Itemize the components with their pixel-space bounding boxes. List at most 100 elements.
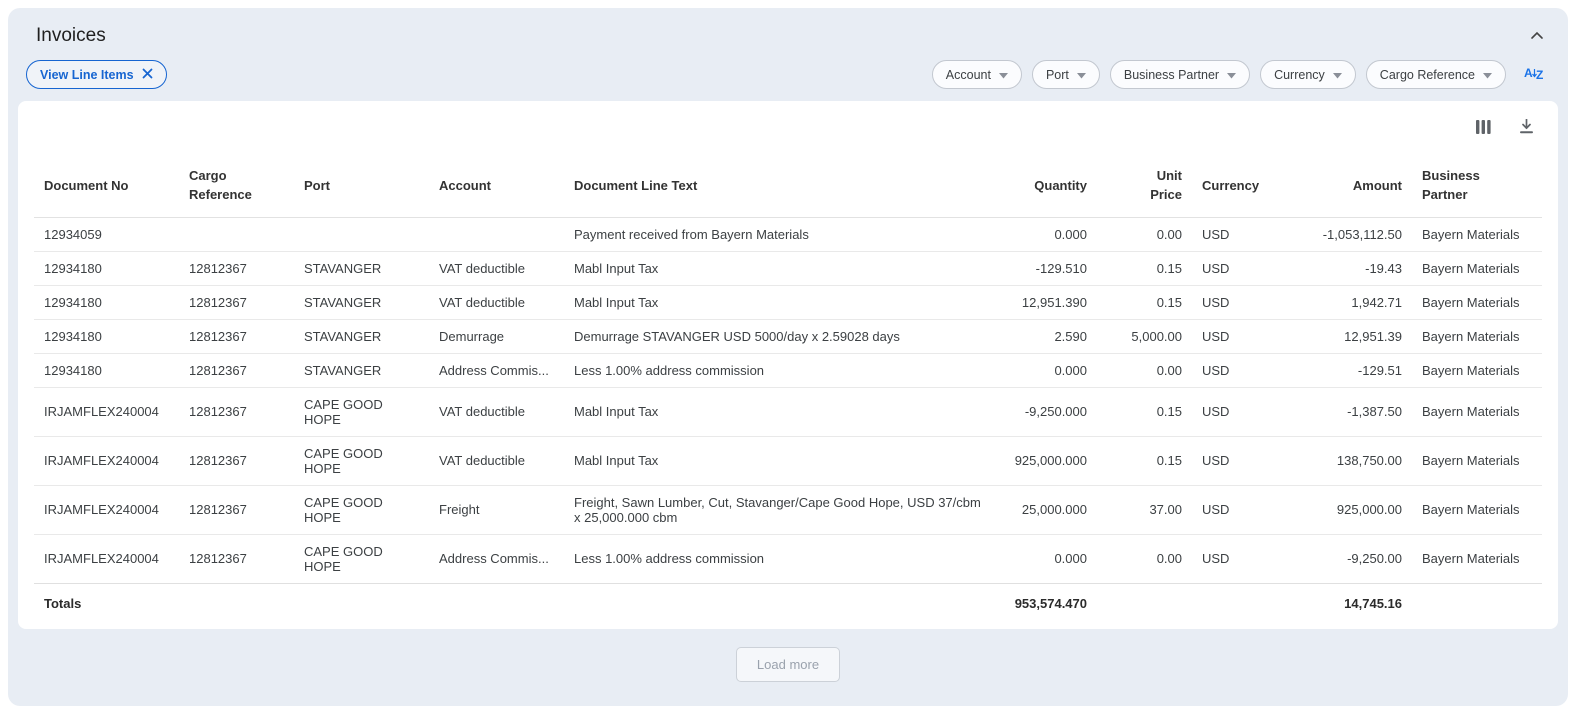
column-header-unit-price[interactable]: Unit Price [1097,157,1192,217]
cell-currency: USD [1192,353,1272,387]
download-icon [1519,119,1534,137]
cell-business-partner: Bayern Materials [1412,534,1542,583]
cell-business-partner: Bayern Materials [1412,319,1542,353]
filter-label: Port [1046,68,1069,82]
table-row: 12934180 12812367 STAVANGER Address Comm… [34,353,1542,387]
totals-quantity: 953,574.470 [992,583,1097,625]
table-row: 12934180 12812367 STAVANGER VAT deductib… [34,251,1542,285]
cell-document-line-text: Payment received from Bayern Materials [564,217,992,251]
load-more-button[interactable]: Load more [736,647,840,682]
table-row: 12934059 Payment received from Bayern Ma… [34,217,1542,251]
cell-account [429,217,564,251]
cell-account: Freight [429,485,564,534]
totals-row: Totals 953,574.470 14,745.16 [34,583,1542,625]
cell-quantity: 2.590 [992,319,1097,353]
download-button[interactable] [1517,117,1536,139]
invoice-table-body: 12934059 Payment received from Bayern Ma… [34,217,1542,583]
cell-unit-price: 5,000.00 [1097,319,1192,353]
cell-unit-price: 0.15 [1097,387,1192,436]
cell-quantity: 0.000 [992,217,1097,251]
column-settings-button[interactable] [1474,118,1493,139]
cell-document-line-text: Less 1.00% address commission [564,534,992,583]
cell-cargo-reference: 12812367 [179,353,294,387]
filter-label: Account [946,68,991,82]
cell-account: VAT deductible [429,436,564,485]
cell-currency: USD [1192,217,1272,251]
cell-document-no: 12934180 [34,285,179,319]
column-header-document-line-text[interactable]: Document Line Text [564,157,992,217]
cell-document-no: IRJAMFLEX240004 [34,485,179,534]
column-header-amount[interactable]: Amount [1272,157,1412,217]
cell-port: STAVANGER [294,319,429,353]
filter-bar: Account Port Business Partner Currency C… [932,60,1550,89]
cell-document-no: 12934059 [34,217,179,251]
cell-amount: -9,250.00 [1272,534,1412,583]
svg-text:Z: Z [1536,68,1543,81]
cell-unit-price: 0.00 [1097,217,1192,251]
filter-chip-cargo-reference[interactable]: Cargo Reference [1366,60,1506,89]
cell-cargo-reference: 12812367 [179,285,294,319]
cell-currency: USD [1192,485,1272,534]
page-title: Invoices [36,25,106,47]
cell-unit-price: 0.15 [1097,436,1192,485]
cell-amount: -1,387.50 [1272,387,1412,436]
cell-amount: 138,750.00 [1272,436,1412,485]
cell-business-partner: Bayern Materials [1412,436,1542,485]
column-header-port[interactable]: Port [294,157,429,217]
toolbar: View Line Items Account Port Business Pa… [18,47,1558,89]
cell-document-no: 12934180 [34,353,179,387]
table-row: IRJAMFLEX240004 12812367 CAPE GOOD HOPE … [34,485,1542,534]
column-header-business-partner[interactable]: Business Partner [1412,157,1542,217]
load-more-area: Load more [18,647,1558,682]
sort-alphabetical-button[interactable]: A Z [1520,63,1550,86]
view-line-items-chip[interactable]: View Line Items [26,60,167,89]
filter-chip-currency[interactable]: Currency [1260,60,1356,89]
chevron-up-icon [1530,28,1544,43]
filter-chip-business-partner[interactable]: Business Partner [1110,60,1250,89]
cell-quantity: 0.000 [992,353,1097,387]
cell-currency: USD [1192,436,1272,485]
cell-document-line-text: Freight, Sawn Lumber, Cut, Stavanger/Cap… [564,485,992,534]
table-row: IRJAMFLEX240004 12812367 CAPE GOOD HOPE … [34,534,1542,583]
columns-icon [1476,120,1491,137]
filter-label: Business Partner [1124,68,1219,82]
cell-business-partner: Bayern Materials [1412,387,1542,436]
cell-unit-price: 37.00 [1097,485,1192,534]
cell-business-partner: Bayern Materials [1412,251,1542,285]
table-row: 12934180 12812367 STAVANGER Demurrage De… [34,319,1542,353]
invoices-table: Document No Cargo Reference Port Account… [34,157,1542,625]
cell-quantity: 12,951.390 [992,285,1097,319]
card-actions [34,111,1542,141]
cell-document-no: 12934180 [34,251,179,285]
column-header-cargo-reference[interactable]: Cargo Reference [179,157,294,217]
caret-down-icon [999,68,1008,82]
cell-cargo-reference: 12812367 [179,485,294,534]
cell-amount: 1,942.71 [1272,285,1412,319]
column-header-quantity[interactable]: Quantity [992,157,1097,217]
cell-account: Address Commis... [429,534,564,583]
caret-down-icon [1227,68,1236,82]
column-header-account[interactable]: Account [429,157,564,217]
filter-label: Currency [1274,68,1325,82]
cell-currency: USD [1192,285,1272,319]
totals-amount: 14,745.16 [1272,583,1412,625]
close-icon[interactable] [142,68,153,82]
cell-port: STAVANGER [294,251,429,285]
filter-chip-port[interactable]: Port [1032,60,1100,89]
cell-port: STAVANGER [294,285,429,319]
cell-port: CAPE GOOD HOPE [294,485,429,534]
totals-label: Totals [34,583,992,625]
column-header-currency[interactable]: Currency [1192,157,1272,217]
caret-down-icon [1333,68,1342,82]
cell-business-partner: Bayern Materials [1412,217,1542,251]
cell-quantity: -9,250.000 [992,387,1097,436]
collapse-panel-button[interactable] [1526,24,1548,47]
svg-text:A: A [1524,66,1533,80]
column-header-document-no[interactable]: Document No [34,157,179,217]
table-header-row: Document No Cargo Reference Port Account… [34,157,1542,217]
cell-account: VAT deductible [429,251,564,285]
table-row: IRJAMFLEX240004 12812367 CAPE GOOD HOPE … [34,387,1542,436]
filter-chip-account[interactable]: Account [932,60,1022,89]
cell-amount: -1,053,112.50 [1272,217,1412,251]
cell-currency: USD [1192,534,1272,583]
